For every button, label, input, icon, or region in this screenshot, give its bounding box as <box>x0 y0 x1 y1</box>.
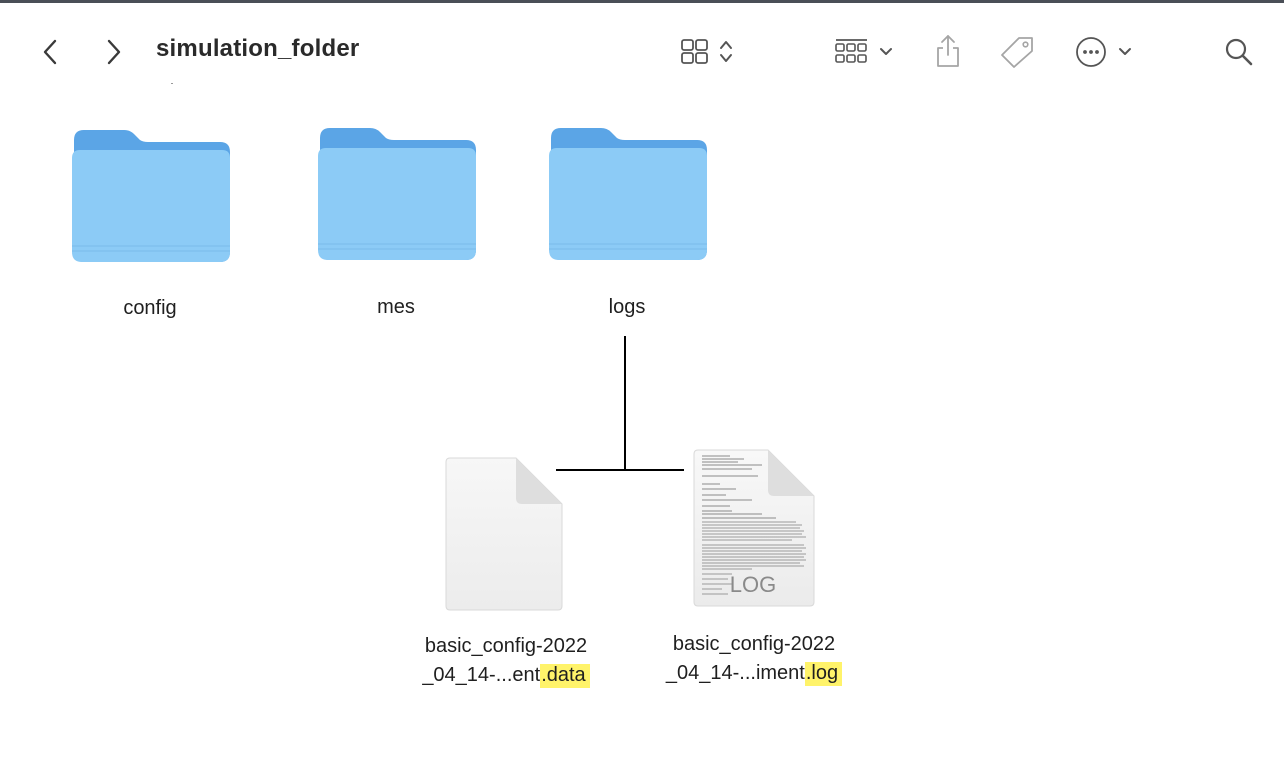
log-badge-text: LOG <box>730 572 776 597</box>
folder-label-logs: logs <box>608 296 646 318</box>
grid-view-icon <box>681 39 732 64</box>
file-extension-highlight: .log <box>804 662 843 686</box>
group-by-button[interactable] <box>830 35 900 69</box>
stray-dot <box>171 83 173 84</box>
file-name-line1: basic_config-2022 <box>672 633 836 655</box>
file-name-line1: basic_config-2022 <box>424 635 588 657</box>
file-name-prefix: _04_14-...iment <box>665 662 805 684</box>
group-by-icon <box>835 39 892 63</box>
chevron-left-icon <box>43 39 57 65</box>
folder-item-mes[interactable] <box>316 126 478 264</box>
more-actions-button[interactable] <box>1072 33 1138 71</box>
folder-item-config[interactable] <box>70 128 232 266</box>
file-name-line2: _04_14-...ent.data <box>396 661 616 690</box>
folder-icon <box>549 128 707 260</box>
share-icon <box>937 35 959 67</box>
folder-icon <box>72 130 230 262</box>
search-icon <box>1225 38 1253 66</box>
ellipsis-circle-icon <box>1076 37 1131 67</box>
view-mode-button[interactable] <box>676 35 742 69</box>
tag-icon <box>1001 37 1033 68</box>
forward-button[interactable] <box>100 37 128 67</box>
file-name-line2: _04_14-...iment.log <box>644 659 864 688</box>
tree-line-horizontal <box>556 469 684 471</box>
file-extension-highlight: .data <box>540 664 590 688</box>
tree-line-vertical <box>624 336 626 470</box>
back-button[interactable] <box>36 37 64 67</box>
folder-label-mes: mes <box>377 296 415 318</box>
file-item-log[interactable]: LOG <box>692 448 818 608</box>
file-item-data[interactable] <box>444 456 566 612</box>
share-button[interactable] <box>930 31 966 71</box>
file-name-prefix: _04_14-...ent <box>422 664 541 686</box>
folder-item-logs[interactable] <box>547 126 709 264</box>
window-title: simulation_folder <box>156 35 360 62</box>
finder-toolbar: simulation_folder <box>0 3 1284 89</box>
file-label-data: basic_config-2022 _04_14-...ent.data <box>396 632 616 690</box>
search-button[interactable] <box>1222 35 1256 69</box>
blank-document-icon <box>445 457 563 611</box>
folder-icon <box>318 128 476 260</box>
folder-label-config: config <box>123 297 177 319</box>
chevron-right-icon <box>107 39 121 65</box>
file-label-log: basic_config-2022 _04_14-...iment.log <box>644 630 864 688</box>
log-document-icon: LOG <box>693 449 815 607</box>
tag-button[interactable] <box>996 33 1038 71</box>
